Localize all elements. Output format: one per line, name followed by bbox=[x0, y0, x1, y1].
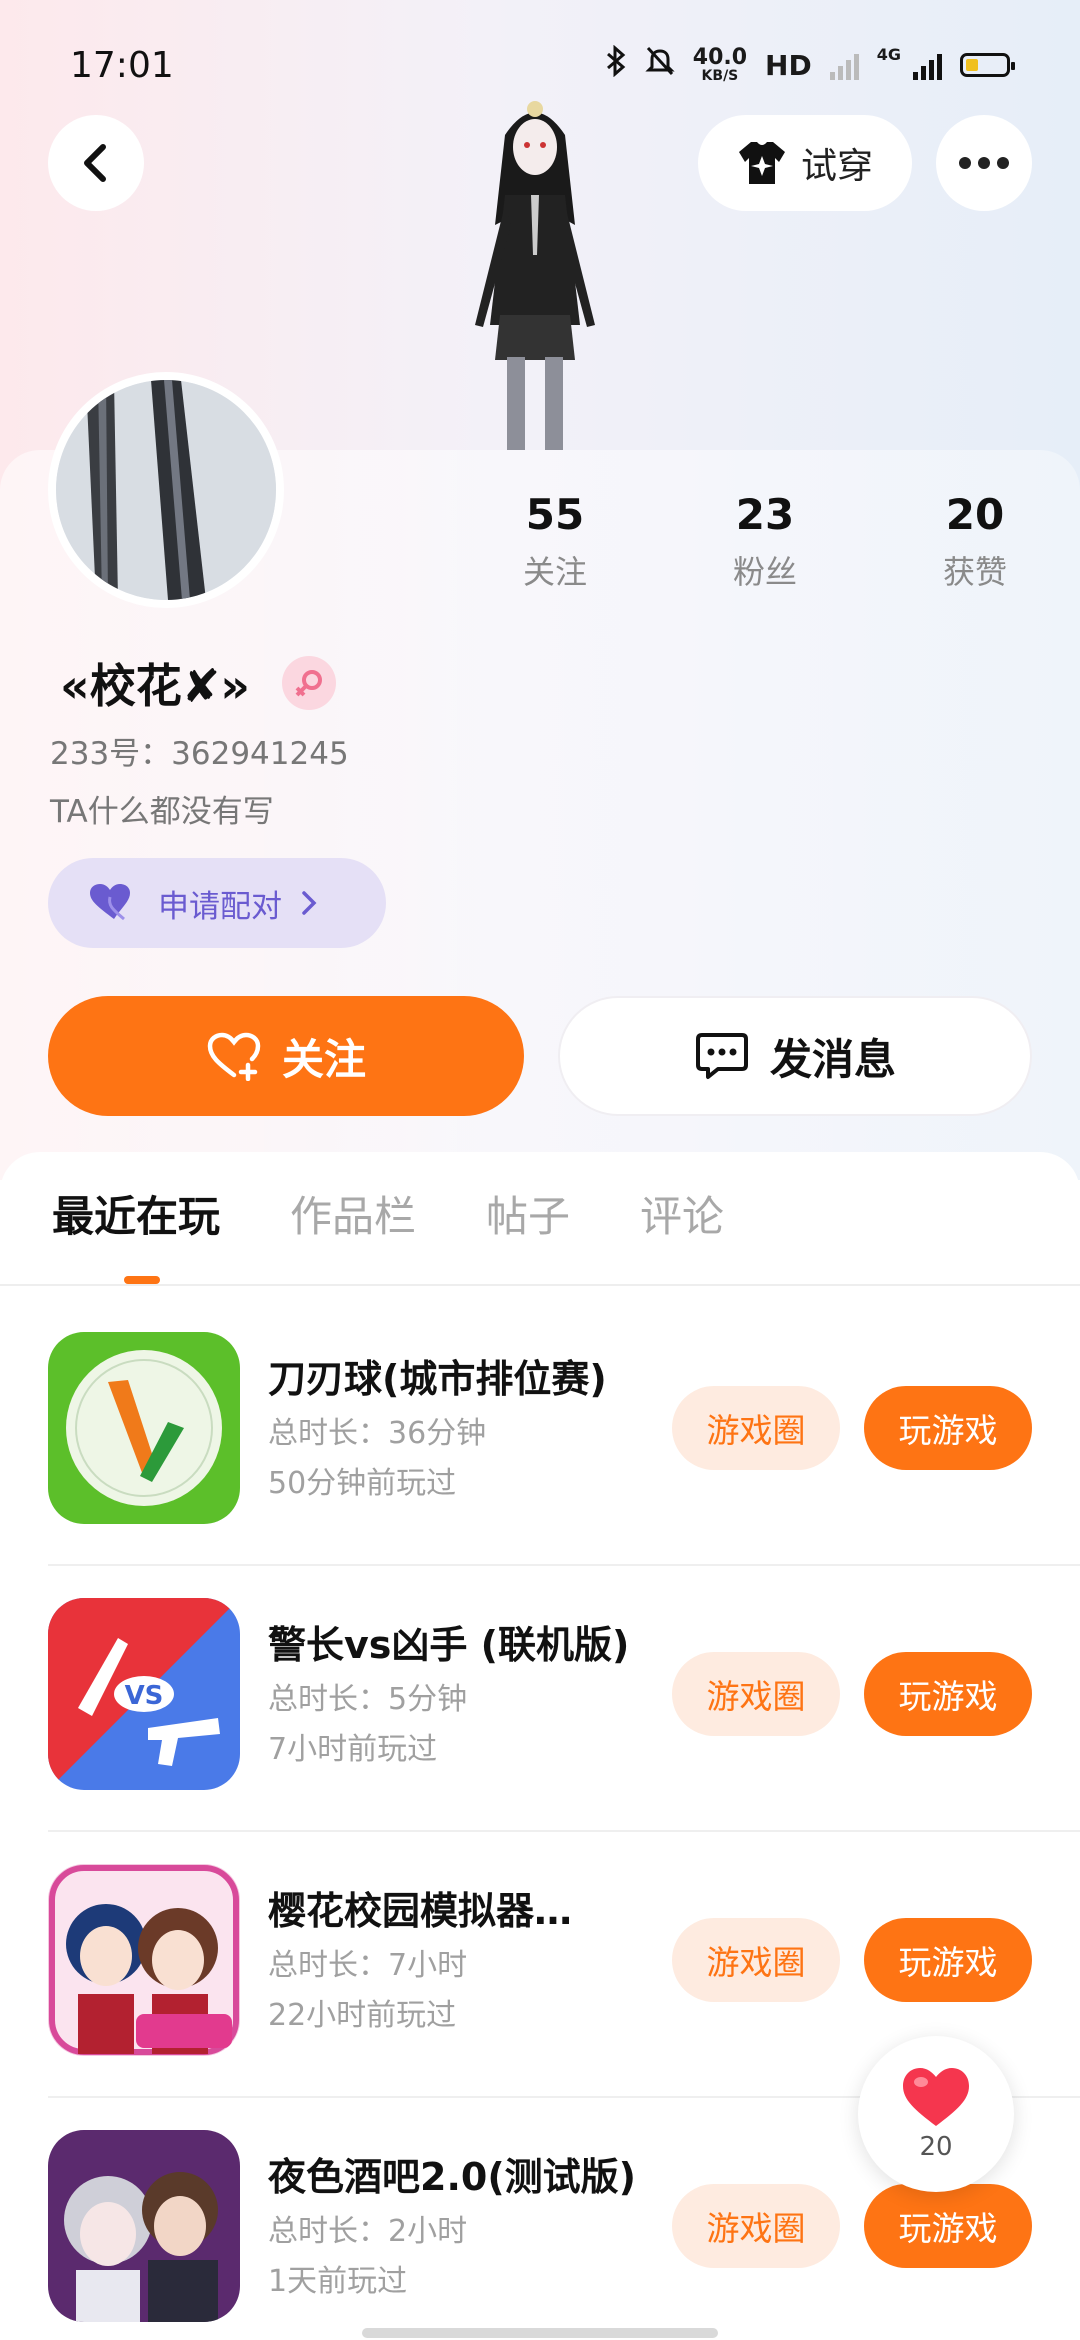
tab-comments[interactable]: 评论 bbox=[640, 1182, 724, 1282]
mute-bell-icon bbox=[645, 45, 675, 85]
hd-indicator: HD bbox=[765, 48, 812, 82]
tab-recently-played[interactable]: 最近在玩 bbox=[52, 1182, 220, 1284]
stat-followers[interactable]: 23 粉丝 bbox=[700, 490, 830, 593]
list-item[interactable]: 刀刃球(城市排位赛) 总时长：36分钟 50分钟前玩过 游戏圈 玩游戏 bbox=[0, 1300, 1080, 1566]
profile-stats: 55 关注 23 粉丝 20 获赞 bbox=[490, 490, 1040, 593]
user-bio: TA什么都没有写 bbox=[50, 794, 274, 830]
svg-text:VS: VS bbox=[125, 1681, 164, 1711]
home-indicator[interactable] bbox=[362, 2328, 718, 2338]
sheriff-vs-murderer-icon: VS bbox=[48, 1598, 240, 1790]
play-game-button[interactable]: 玩游戏 bbox=[864, 1386, 1032, 1470]
tabs-divider bbox=[0, 1284, 1080, 1286]
bluetooth-icon bbox=[605, 44, 627, 85]
like-count: 20 bbox=[919, 2132, 953, 2162]
tshirt-star-icon bbox=[738, 142, 785, 184]
tab-works[interactable]: 作品栏 bbox=[290, 1182, 416, 1282]
back-button[interactable] bbox=[48, 115, 144, 211]
stat-likes-label: 获赞 bbox=[942, 553, 1007, 591]
game-duration: 总时长：7小时 bbox=[268, 1948, 468, 1983]
game-duration: 总时长：5分钟 bbox=[268, 1682, 468, 1717]
stat-likes-value: 20 bbox=[945, 490, 1005, 539]
user-id: 233号：362941245 bbox=[50, 736, 349, 772]
game-duration: 总时长：36分钟 bbox=[268, 1416, 487, 1451]
follow-label: 关注 bbox=[281, 1034, 366, 1084]
game-duration: 总时长：2小时 bbox=[268, 2214, 468, 2249]
game-last-played: 7小时前玩过 bbox=[268, 1732, 438, 1767]
game-circle-button[interactable]: 游戏圈 bbox=[672, 1918, 840, 2002]
more-options-button[interactable] bbox=[936, 115, 1032, 211]
heart-plus-icon bbox=[207, 1032, 261, 1081]
play-game-button[interactable]: 玩游戏 bbox=[864, 2184, 1032, 2268]
avatar-character-model bbox=[445, 95, 625, 450]
send-message-label: 发消息 bbox=[769, 1034, 896, 1084]
game-last-played: 1天前玩过 bbox=[268, 2264, 408, 2299]
sakura-school-icon bbox=[48, 1864, 240, 2056]
network-speed-value: 40.0 bbox=[692, 45, 748, 70]
try-on-button[interactable]: 试穿 bbox=[698, 115, 912, 211]
signal-icon-2 bbox=[913, 50, 942, 80]
female-gender-icon bbox=[281, 656, 336, 710]
stat-likes[interactable]: 20 获赞 bbox=[910, 490, 1040, 593]
stat-following-label: 关注 bbox=[522, 553, 587, 591]
double-heart-icon bbox=[90, 884, 130, 921]
heart-icon bbox=[903, 2068, 969, 2126]
game-last-played: 22小时前玩过 bbox=[268, 1998, 457, 2033]
more-dots-icon bbox=[959, 157, 971, 169]
network-type: 4G bbox=[876, 45, 901, 64]
game-title: 樱花校园模拟器… bbox=[268, 1889, 573, 1933]
username-row: «校花✘» bbox=[60, 650, 336, 716]
chat-bubble-icon bbox=[695, 1033, 748, 1079]
stat-following[interactable]: 55 关注 bbox=[490, 490, 620, 593]
request-pair-label: 申请配对 bbox=[158, 888, 282, 925]
game-last-played: 50分钟前玩过 bbox=[268, 1466, 457, 1501]
network-speed-unit: KB/S bbox=[701, 68, 739, 84]
username: «校花✘» bbox=[60, 659, 250, 713]
try-on-label: 试穿 bbox=[800, 146, 873, 187]
tab-bar: 最近在玩 作品栏 帖子 评论 bbox=[0, 1182, 1080, 1284]
follow-button[interactable]: 关注 bbox=[48, 996, 524, 1116]
knife-ball-icon bbox=[48, 1332, 240, 1524]
stat-following-value: 55 bbox=[525, 490, 585, 539]
status-time: 17:01 bbox=[70, 44, 174, 86]
game-title: 夜色酒吧2.0(测试版) bbox=[268, 2155, 637, 2199]
signal-icon bbox=[829, 50, 859, 80]
play-game-button[interactable]: 玩游戏 bbox=[864, 1918, 1032, 2002]
play-game-button[interactable]: 玩游戏 bbox=[864, 1652, 1032, 1736]
like-float-button[interactable]: 20 bbox=[858, 2036, 1014, 2192]
game-circle-button[interactable]: 游戏圈 bbox=[672, 2184, 840, 2268]
game-circle-button[interactable]: 游戏圈 bbox=[672, 1386, 840, 1470]
send-message-button[interactable]: 发消息 bbox=[558, 996, 1032, 1116]
battery-icon bbox=[960, 53, 1015, 77]
request-pair-button[interactable]: 申请配对 bbox=[48, 858, 386, 948]
avatar[interactable] bbox=[48, 372, 284, 608]
game-title: 刀刃球(城市排位赛) bbox=[268, 1357, 607, 1401]
tab-posts[interactable]: 帖子 bbox=[486, 1182, 570, 1282]
stat-followers-value: 23 bbox=[735, 490, 795, 539]
game-title: 警长vs凶手 (联机版) bbox=[268, 1623, 630, 1667]
chevron-right-icon bbox=[302, 891, 317, 915]
list-item[interactable]: VS 警长vs凶手 (联机版) 总时长：5分钟 7小时前玩过 游戏圈 玩游戏 bbox=[0, 1566, 1080, 1832]
network-speed: 40.0 KB/S bbox=[692, 45, 748, 84]
back-arrow-icon bbox=[84, 144, 106, 182]
night-bar-icon bbox=[48, 2130, 240, 2322]
game-circle-button[interactable]: 游戏圈 bbox=[672, 1652, 840, 1736]
stat-followers-label: 粉丝 bbox=[732, 553, 797, 591]
